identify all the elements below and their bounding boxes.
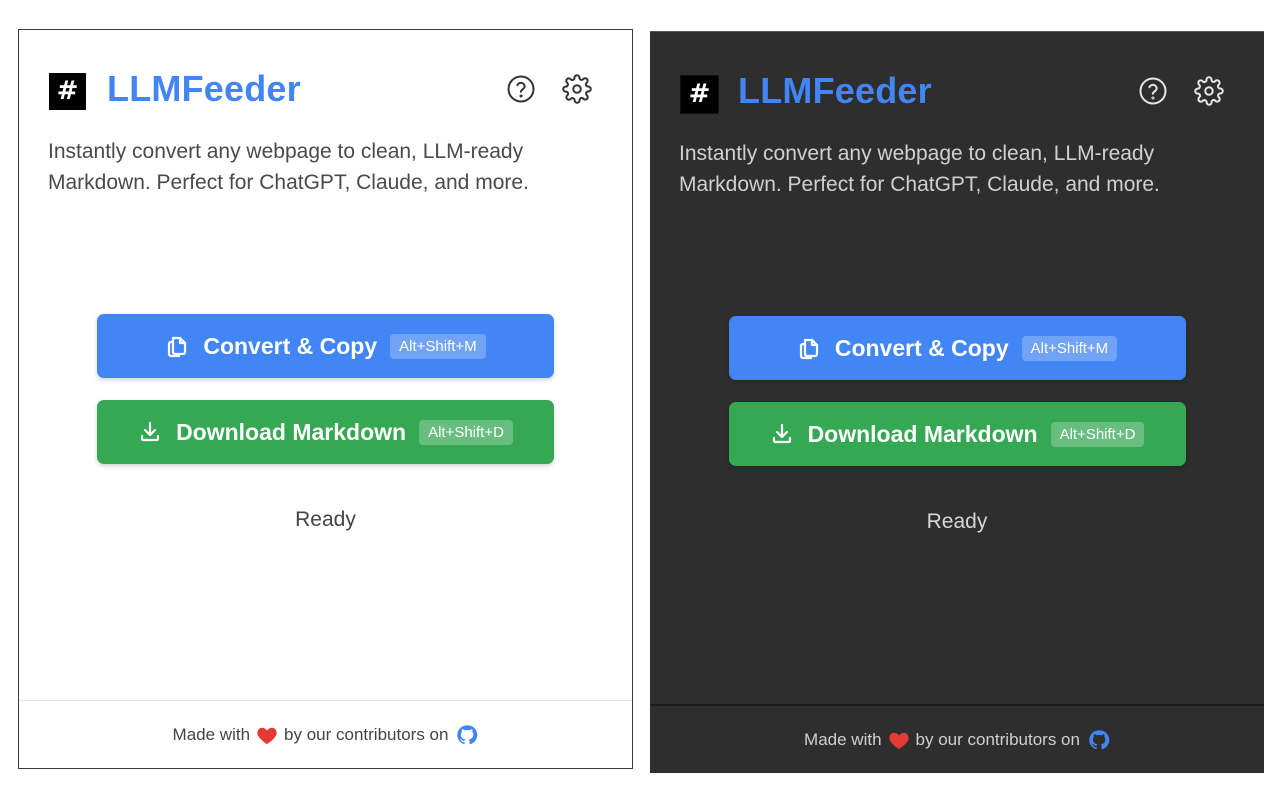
heart-icon [256, 725, 278, 745]
github-icon[interactable] [456, 724, 478, 746]
download-markdown-label: Download Markdown [807, 420, 1038, 447]
status-text: Ready [295, 508, 356, 531]
download-shortcut-badge: Alt+Shift+D [1050, 421, 1145, 447]
convert-copy-label: Convert & Copy [834, 334, 1009, 361]
actions-group: Convert & Copy Alt+Shift+M Download Mark… [19, 314, 632, 532]
download-icon [138, 420, 162, 444]
gear-icon[interactable] [1194, 76, 1224, 106]
app-description: Instantly convert any webpage to clean, … [48, 140, 529, 194]
popup-header: # LLMFeeder [650, 32, 1264, 144]
copy-icon [165, 334, 189, 358]
download-icon [770, 422, 794, 446]
github-icon[interactable] [1088, 729, 1110, 751]
convert-copy-button[interactable]: Convert & Copy Alt+Shift+M [728, 316, 1186, 380]
download-markdown-button[interactable]: Download Markdown Alt+Shift+D [97, 400, 554, 464]
status-text: Ready [926, 510, 988, 533]
copy-icon [797, 336, 821, 360]
app-description: Instantly convert any webpage to clean, … [679, 142, 1160, 196]
popup-header: # LLMFeeder [19, 30, 632, 142]
popup-light-theme: # LLMFeeder Instantly convert any webpag… [18, 29, 633, 769]
logo-hash-icon: # [680, 75, 719, 114]
download-shortcut-badge: Alt+Shift+D [419, 419, 513, 445]
footer-made-with: Made with [172, 724, 251, 744]
actions-group: Convert & Copy Alt+Shift+M Download Mark… [650, 316, 1264, 534]
logo-hash-icon: # [49, 73, 86, 110]
help-icon[interactable] [1138, 76, 1168, 106]
convert-copy-button[interactable]: Convert & Copy Alt+Shift+M [97, 314, 554, 378]
footer: Made with by our contributors on [650, 704, 1264, 773]
gear-icon[interactable] [562, 74, 592, 104]
app-title: LLMFeeder [107, 68, 301, 109]
footer: Made with by our contributors on [19, 700, 632, 768]
popup-dark-theme: # LLMFeeder Instantly convert any webpag… [650, 31, 1264, 773]
heart-icon [888, 730, 910, 750]
download-markdown-label: Download Markdown [176, 418, 407, 445]
footer-contributors-text: by our contributors on [284, 724, 449, 744]
download-markdown-button[interactable]: Download Markdown Alt+Shift+D [728, 402, 1186, 466]
footer-contributors-text: by our contributors on [915, 729, 1080, 749]
help-icon[interactable] [506, 74, 536, 104]
convert-shortcut-badge: Alt+Shift+M [390, 333, 486, 359]
convert-shortcut-badge: Alt+Shift+M [1021, 335, 1118, 361]
screenshot-stage: # LLMFeeder Instantly convert any webpag… [0, 0, 1280, 800]
app-title: LLMFeeder [738, 70, 932, 111]
footer-made-with: Made with [804, 729, 882, 749]
convert-copy-label: Convert & Copy [203, 332, 378, 359]
